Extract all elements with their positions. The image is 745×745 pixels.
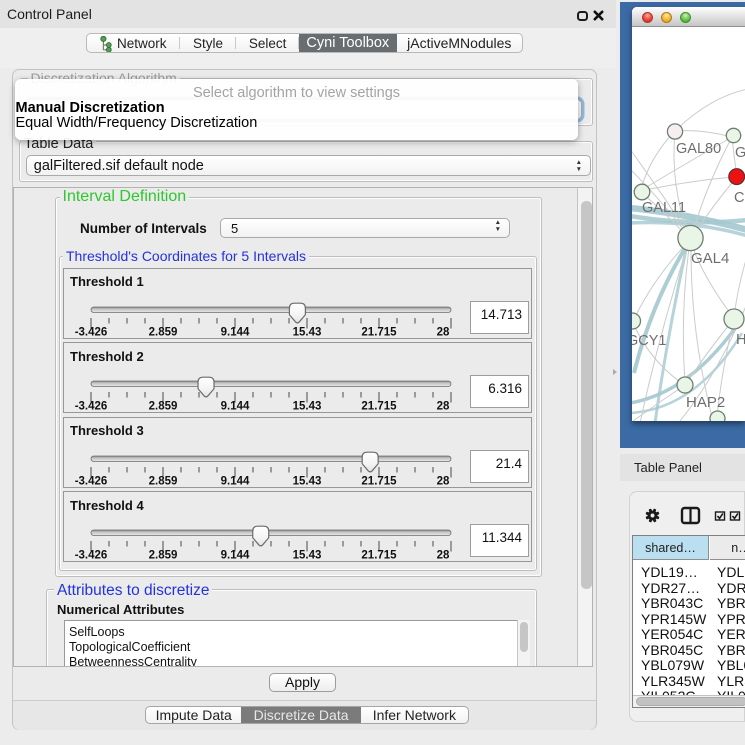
svg-text:2.859: 2.859 xyxy=(149,326,178,338)
svg-text:-3.426: -3.426 xyxy=(75,326,108,338)
svg-text:21.715: 21.715 xyxy=(361,475,397,487)
svg-text:GAL4: GAL4 xyxy=(691,250,729,267)
svg-text:28: 28 xyxy=(437,326,450,338)
svg-text:-3.426: -3.426 xyxy=(75,401,108,413)
svg-text:2.859: 2.859 xyxy=(149,550,178,562)
svg-text:28: 28 xyxy=(437,401,450,413)
svg-text:21.715: 21.715 xyxy=(361,550,397,562)
svg-text:15.43: 15.43 xyxy=(293,475,322,487)
svg-text:28: 28 xyxy=(437,475,450,487)
svg-text:9.144: 9.144 xyxy=(221,326,250,338)
svg-text:15.43: 15.43 xyxy=(293,401,322,413)
svg-text:9.144: 9.144 xyxy=(221,401,250,413)
svg-text:HAP2: HAP2 xyxy=(686,394,725,411)
svg-text:21.715: 21.715 xyxy=(361,326,397,338)
svg-text:GAL80: GAL80 xyxy=(676,141,721,157)
svg-text:28: 28 xyxy=(437,550,450,562)
svg-text:2.859: 2.859 xyxy=(149,475,178,487)
svg-text:9.144: 9.144 xyxy=(221,550,250,562)
svg-text:C: C xyxy=(734,190,744,206)
svg-text:9.144: 9.144 xyxy=(221,475,250,487)
svg-text:2.859: 2.859 xyxy=(149,401,178,413)
svg-text:H: H xyxy=(736,332,745,348)
svg-text:21.715: 21.715 xyxy=(361,401,397,413)
svg-text:GA: GA xyxy=(735,145,745,161)
svg-text:-3.426: -3.426 xyxy=(75,475,108,487)
svg-text:GAL11: GAL11 xyxy=(642,200,686,216)
svg-text:15.43: 15.43 xyxy=(293,550,322,562)
svg-text:15.43: 15.43 xyxy=(293,326,322,338)
svg-text:GCY1: GCY1 xyxy=(632,333,667,349)
svg-text:-3.426: -3.426 xyxy=(75,550,108,562)
